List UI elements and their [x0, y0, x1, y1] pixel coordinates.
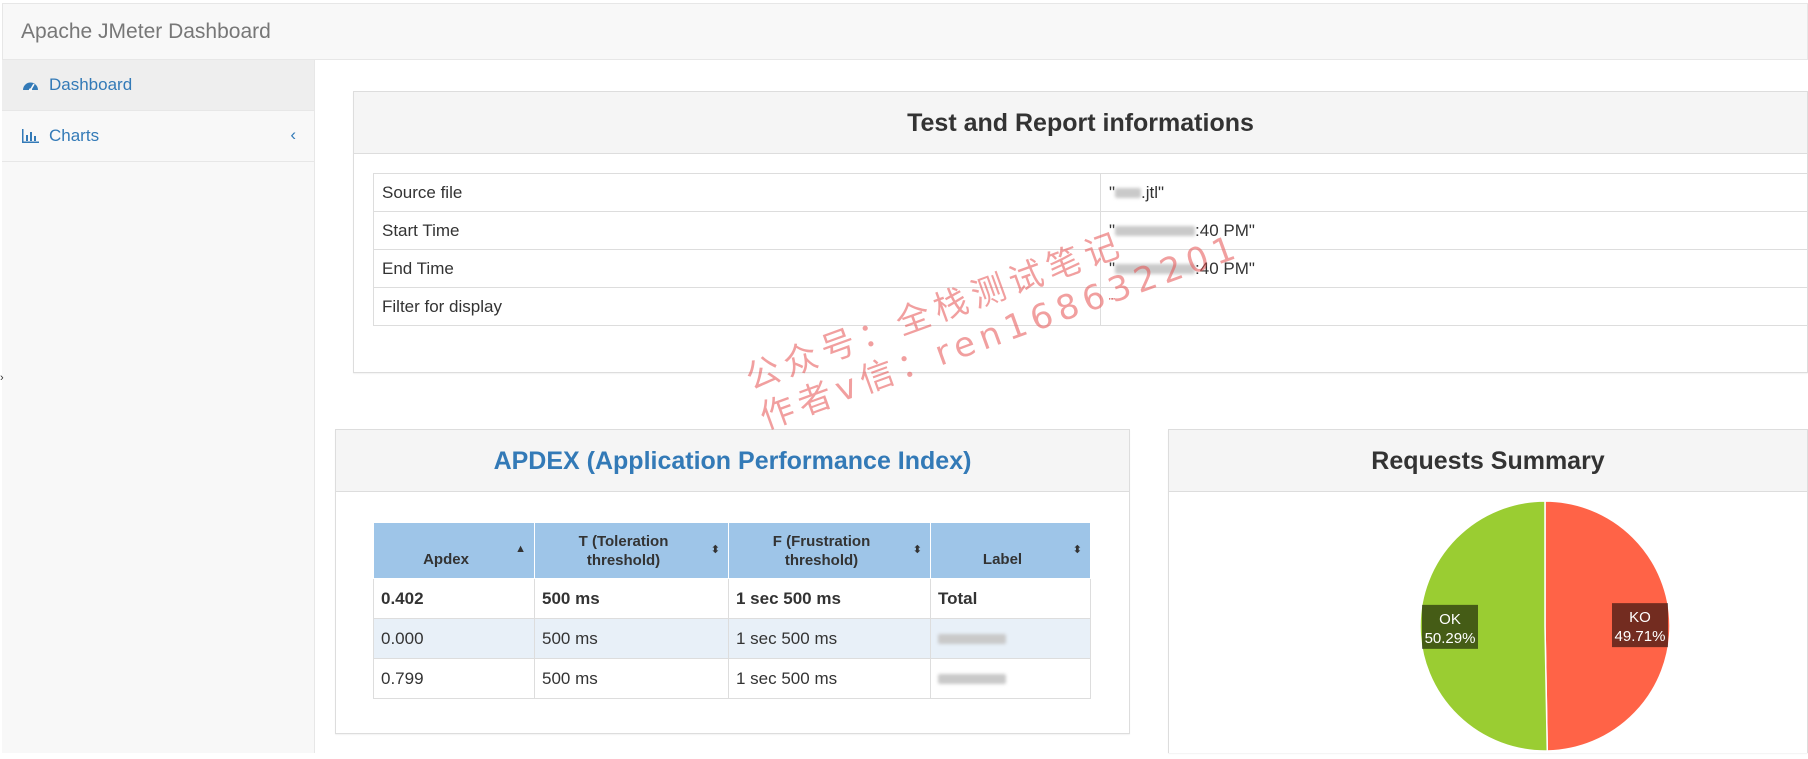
sort-icon: ⬍	[1073, 543, 1082, 556]
table-row: 0.799 500 ms 1 sec 500 ms	[374, 659, 1091, 699]
redacted-value	[938, 634, 1006, 644]
sidebar-item-label: Dashboard	[49, 75, 132, 95]
apdex-value: 0.799	[374, 659, 535, 699]
top-navbar: Apache JMeter Dashboard	[2, 3, 1808, 60]
label-value	[931, 619, 1091, 659]
sidebar-item-label: Charts	[49, 126, 99, 146]
requests-pie-chart: KO 49.71% OK 50.29%	[1169, 492, 1808, 754]
info-key: Source file	[374, 174, 1101, 212]
chevron-left-icon[interactable]: ‹	[290, 125, 296, 145]
test-report-info-panel: Test and Report informations Source file…	[353, 91, 1808, 373]
panel-title: APDEX (Application Performance Index)	[336, 430, 1129, 492]
sidebar-item-dashboard[interactable]: Dashboard	[2, 60, 314, 111]
table-row: Filter for display ""	[374, 288, 1808, 326]
redacted-value	[1115, 188, 1141, 198]
pie-label-name: OK	[1439, 611, 1461, 628]
column-header-label[interactable]: Label ⬍	[931, 523, 1091, 579]
sort-icon: ⬍	[913, 543, 922, 556]
toleration-value: 500 ms	[535, 579, 729, 619]
pie-label-ok: OK 50.29%	[1422, 605, 1478, 649]
redacted-value	[938, 674, 1006, 684]
table-row: 0.000 500 ms 1 sec 500 ms	[374, 619, 1091, 659]
column-header-apdex[interactable]: Apdex ▲	[374, 523, 535, 579]
label-value	[931, 659, 1091, 699]
toleration-value: 500 ms	[535, 659, 729, 699]
collapse-handle-icon[interactable]: ›	[0, 372, 4, 384]
info-value: ""	[1101, 288, 1808, 326]
info-key: End Time	[374, 250, 1101, 288]
info-value: ".jtl"	[1101, 174, 1808, 212]
toleration-value: 500 ms	[535, 619, 729, 659]
info-key: Start Time	[374, 212, 1101, 250]
pie-label-percent: 49.71%	[1615, 628, 1666, 645]
column-header-frustration[interactable]: F (Frustration threshold) ⬍	[729, 523, 931, 579]
apdex-value: 0.402	[374, 579, 535, 619]
table-row: Source file ".jtl"	[374, 174, 1808, 212]
sort-icon: ⬍	[711, 543, 720, 556]
panel-title: Test and Report informations	[354, 92, 1807, 154]
pie-label-name: KO	[1629, 609, 1651, 626]
table-row-total: 0.402 500 ms 1 sec 500 ms Total	[374, 579, 1091, 619]
redacted-value	[1115, 264, 1195, 274]
pie-label-ko: KO 49.71%	[1612, 603, 1668, 647]
requests-summary-panel: Requests Summary KO 49.71% OK 50.29%	[1168, 429, 1808, 753]
info-value: ":40 PM"	[1101, 250, 1808, 288]
apdex-value: 0.000	[374, 619, 535, 659]
column-header-toleration[interactable]: T (Toleration threshold) ⬍	[535, 523, 729, 579]
panel-title: Requests Summary	[1169, 430, 1807, 492]
table-header-row: Apdex ▲ T (Toleration threshold) ⬍ F (Fr…	[374, 523, 1091, 579]
pie-chart-svg: KO 49.71% OK 50.29%	[1169, 492, 1808, 754]
apdex-panel: APDEX (Application Performance Index) Ap…	[335, 429, 1130, 734]
frustration-value: 1 sec 500 ms	[729, 579, 931, 619]
info-key: Filter for display	[374, 288, 1101, 326]
pie-label-percent: 50.29%	[1425, 630, 1476, 647]
sort-asc-icon: ▲	[515, 543, 526, 555]
table-row: Start Time ":40 PM"	[374, 212, 1808, 250]
bar-chart-icon	[22, 128, 42, 144]
dashboard-icon	[22, 77, 42, 93]
sidebar: Dashboard Charts ‹	[2, 60, 315, 753]
frustration-value: 1 sec 500 ms	[729, 659, 931, 699]
table-row: End Time ":40 PM"	[374, 250, 1808, 288]
label-value: Total	[931, 579, 1091, 619]
info-value: ":40 PM"	[1101, 212, 1808, 250]
redacted-value	[1115, 226, 1195, 236]
frustration-value: 1 sec 500 ms	[729, 619, 931, 659]
info-table: Source file ".jtl" Start Time ":40 PM" E…	[373, 173, 1808, 326]
apdex-table: Apdex ▲ T (Toleration threshold) ⬍ F (Fr…	[373, 522, 1091, 699]
sidebar-item-charts[interactable]: Charts ‹	[2, 111, 314, 162]
navbar-brand[interactable]: Apache JMeter Dashboard	[21, 20, 271, 44]
